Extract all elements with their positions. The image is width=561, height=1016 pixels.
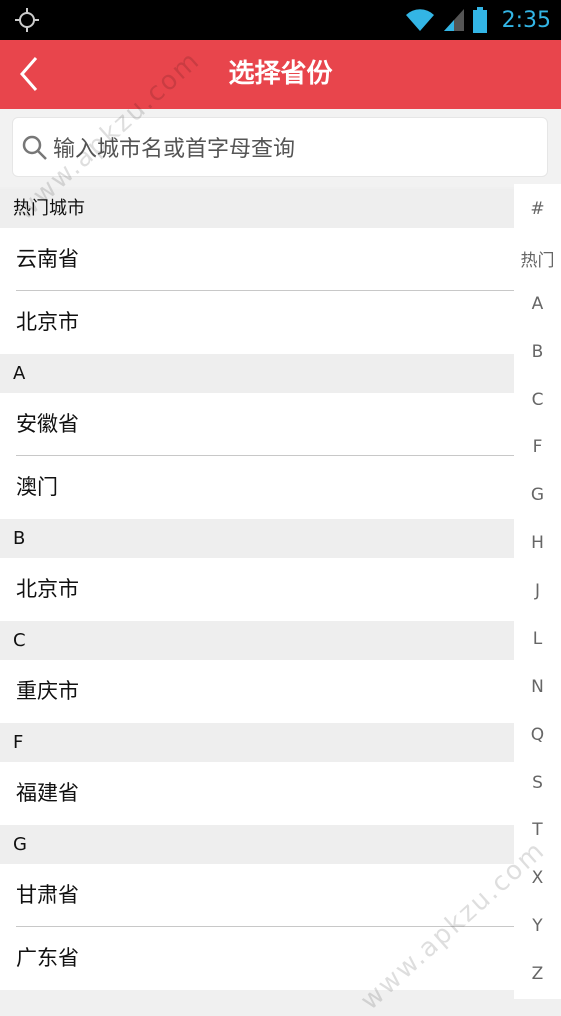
province-list: 热门城市 云南省 北京市 A 安徽省 澳门 B 北京市 C 重庆市 F 福建省 … [0,189,514,990]
index-letter[interactable]: N [514,677,561,697]
index-letter[interactable]: G [514,485,561,505]
search-icon [22,135,47,160]
index-letter[interactable]: C [514,390,561,410]
status-time: 2:35 [501,7,551,33]
list-item[interactable]: 北京市 [0,558,514,621]
section-header-g: G [0,825,514,864]
battery-icon [472,7,487,33]
page-title: 选择省份 [228,59,333,89]
search-input[interactable] [51,126,535,172]
section-header-b: B [0,519,514,558]
index-letter[interactable]: # [514,199,561,219]
list-item[interactable]: 澳门 [0,456,514,519]
list-item[interactable]: 福建省 [0,762,514,825]
index-letter[interactable]: S [514,773,561,793]
index-letter[interactable]: H [514,533,561,553]
status-bar: 2:35 [0,0,561,40]
alphabet-index[interactable]: # 热门 A B C F G H J L N Q S T X Y Z [514,184,561,999]
list-item[interactable]: 北京市 [0,291,514,354]
index-letter[interactable]: Y [514,916,561,936]
list-item[interactable]: 广东省 [0,927,514,990]
index-letter[interactable]: X [514,868,561,888]
list-item[interactable]: 重庆市 [0,660,514,723]
search-box[interactable] [12,117,548,177]
wifi-icon [405,9,434,31]
index-letter[interactable]: Z [514,964,561,984]
index-letter[interactable]: Q [514,725,561,745]
list-item[interactable]: 安徽省 [0,393,514,456]
index-letter[interactable]: A [514,294,561,314]
index-letter[interactable]: L [514,629,561,649]
section-header-hot: 热门城市 [0,189,514,228]
list-item[interactable]: 甘肃省 [0,864,514,927]
index-letter[interactable]: F [514,437,561,457]
signal-icon [443,9,464,31]
title-bar: 选择省份 [0,40,561,109]
index-letter[interactable]: B [514,342,561,362]
search-area [0,109,561,187]
section-header-c: C [0,621,514,660]
index-letter[interactable]: 热门 [514,246,561,271]
list-item[interactable]: 云南省 [0,228,514,291]
section-header-a: A [0,354,514,393]
index-letter[interactable]: J [514,581,561,601]
index-letter[interactable]: T [514,820,561,840]
gps-icon [15,8,39,32]
section-header-f: F [0,723,514,762]
